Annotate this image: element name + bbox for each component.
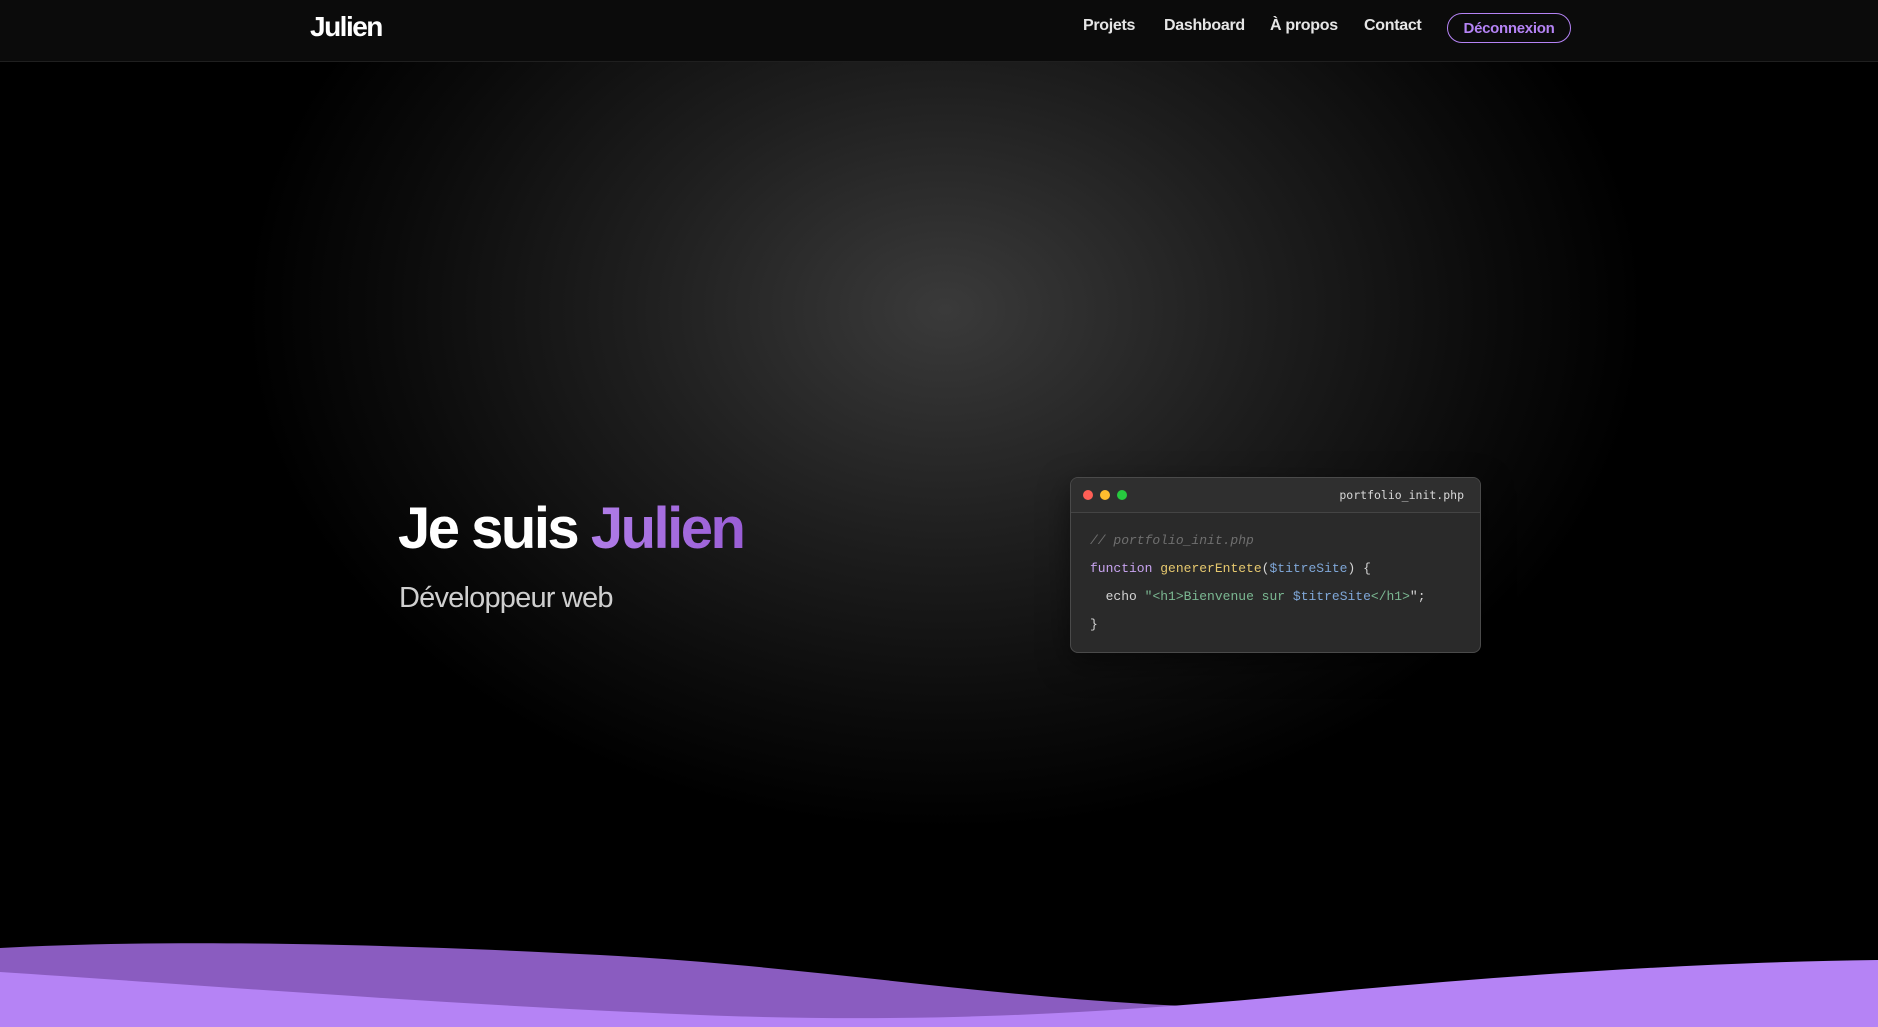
page: Julien Projets Dashboard À propos Contac…	[0, 0, 1878, 1027]
nav-link-dashboard[interactable]: Dashboard	[1164, 17, 1245, 35]
code-comment: // portfolio_init.php	[1090, 533, 1254, 548]
code-window: portfolio_init.php // portfolio_init.php…	[1070, 477, 1481, 653]
code-line-2: function genererEntete($titreSite) {	[1090, 555, 1461, 583]
hero-title-accent: Julien	[590, 496, 746, 561]
code-param: $titreSite	[1269, 561, 1348, 576]
code-line-4: }	[1090, 611, 1461, 639]
hero-title-prefix: Je suis	[398, 496, 591, 561]
window-maximize-dot	[1117, 490, 1127, 500]
logout-button[interactable]: Déconnexion	[1447, 13, 1571, 43]
logo[interactable]: Julien	[310, 11, 383, 43]
code-keyword: function	[1090, 561, 1153, 576]
nav-link-a-propos[interactable]: À propos	[1270, 17, 1338, 35]
code-echo: echo	[1105, 589, 1137, 604]
code-function-name: genererEntete	[1160, 561, 1262, 576]
navbar: Julien Projets Dashboard À propos Contac…	[0, 0, 1878, 62]
code-semicolon: ";	[1409, 589, 1426, 604]
code-line-3: echo "<h1>Bienvenue sur $titreSite</h1>"…	[1090, 583, 1461, 611]
hero-subtitle: Développeur web	[399, 582, 614, 614]
code-body: // portfolio_init.php function genererEnt…	[1071, 513, 1480, 639]
code-string-end: </h1>	[1370, 589, 1410, 604]
code-line-1: // portfolio_init.php	[1090, 527, 1461, 555]
code-string: <h1>Bienvenue sur	[1152, 589, 1293, 604]
hero-title: Je suis Julien	[398, 500, 746, 558]
nav-link-projets[interactable]: Projets	[1083, 17, 1135, 35]
footer-waves	[0, 943, 1878, 1027]
code-window-header: portfolio_init.php	[1071, 478, 1480, 513]
code-string-var: $titreSite	[1292, 589, 1371, 604]
code-filename: portfolio_init.php	[1339, 488, 1464, 502]
code-brace: }	[1090, 617, 1098, 632]
code-paren-close: ) {	[1347, 561, 1371, 576]
window-minimize-dot	[1100, 490, 1110, 500]
nav-link-contact[interactable]: Contact	[1364, 17, 1422, 35]
window-close-dot	[1083, 490, 1093, 500]
